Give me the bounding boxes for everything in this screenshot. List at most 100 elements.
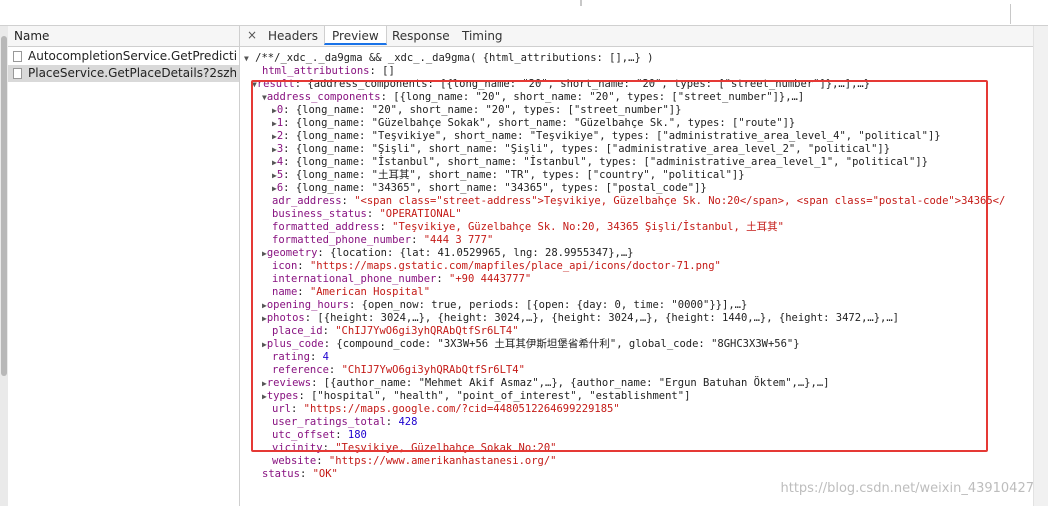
request-name: PlaceService.GetPlaceDetails?2szh-C... — [28, 66, 236, 80]
json-row-plus-code[interactable]: ▶plus_code: {compound_code: "3X3W+56 土耳其… — [262, 338, 800, 351]
json-row: utc_offset: 180 — [272, 429, 367, 441]
json-value: {address_components: [{long_name: "20", … — [307, 78, 871, 90]
json-row-geometry[interactable]: ▶geometry: {location: {lat: 41.0529965, … — [262, 247, 634, 260]
tab-response[interactable]: Response — [392, 29, 450, 43]
json-row: formatted_phone_number: "444 3 777" — [272, 234, 494, 246]
request-name: AutocompletionService.GetPrediction... — [28, 49, 236, 63]
json-row: url: "https://maps.google.com/?cid=44805… — [272, 403, 620, 415]
request-list-scrollbar[interactable] — [0, 26, 8, 506]
json-key: business_status — [272, 208, 367, 220]
watermark: https://blog.csdn.net/weixin_43910427 — [780, 481, 1034, 496]
json-value: {long_name: "20", short_name: "20", type… — [295, 104, 682, 116]
json-key: types — [266, 390, 299, 402]
json-key: adr_address — [272, 195, 342, 207]
file-icon — [13, 51, 22, 62]
json-key: reference — [272, 364, 329, 376]
expand-arrow-icon[interactable]: ▼ — [244, 54, 249, 63]
json-value: "OPERATIONAL" — [379, 208, 462, 220]
json-key: plus_code — [266, 338, 324, 350]
name-column-header[interactable]: Name — [8, 26, 239, 47]
json-value: {location: {lat: 41.0529965, lng: 28.995… — [330, 247, 634, 259]
json-row: reference: "ChIJ7YwO6gi3yhQRAbQtfSr6LT4" — [272, 364, 525, 376]
json-key: geometry — [266, 247, 318, 259]
json-row: formatted_address: "Teşvikiye, Güzelbahç… — [272, 221, 784, 233]
json-value: "+90 4443777" — [449, 273, 532, 285]
json-array-item[interactable]: ▶0: {long_name: "20", short_name: "20", … — [272, 104, 681, 117]
json-row-reviews[interactable]: ▶reviews: [{author_name: "Mehmet Akif As… — [262, 377, 829, 390]
close-icon[interactable]: × — [247, 28, 257, 42]
json-row: vicinity: "Teşvikiye, Güzelbahçe Sokak N… — [272, 442, 557, 454]
json-value: [{long_name: "20", short_name: "20", typ… — [393, 91, 805, 103]
json-value: 180 — [347, 429, 367, 441]
json-value: {long_name: "Teşvikiye", short_name: "Te… — [295, 130, 941, 142]
tab-preview[interactable]: Preview — [324, 26, 387, 45]
json-value: "ChIJ7YwO6gi3yhQRAbQtfSr6LT4" — [335, 325, 519, 337]
json-array-item[interactable]: ▶2: {long_name: "Teşvikiye", short_name:… — [272, 130, 941, 143]
tab-headers[interactable]: Headers — [268, 29, 318, 43]
detail-tab-bar: × Headers Preview Response Timing — [240, 26, 1034, 47]
json-row: adr_address: "<span class="street-addres… — [272, 195, 1006, 207]
preview-scrollbar[interactable] — [1033, 26, 1048, 506]
json-key: rating — [272, 351, 310, 363]
json-value: "ChIJ7YwO6gi3yhQRAbQtfSr6LT4" — [341, 364, 525, 376]
json-key: formatted_phone_number — [272, 234, 412, 246]
json-row: international_phone_number: "+90 4443777… — [272, 273, 532, 285]
json-row: user_ratings_total: 428 — [272, 416, 418, 428]
json-key: photos — [266, 312, 305, 324]
request-list-panel: Name AutocompletionService.GetPrediction… — [0, 26, 240, 506]
json-value: {compound_code: "3X3W+56 土耳其伊斯坦堡省希什利", g… — [336, 338, 800, 350]
json-value: 428 — [398, 416, 418, 428]
json-preview: ▼ /**/_xdc_._da9gma && _xdc_._da9gma( {h… — [240, 48, 1034, 506]
top-divider-mark — [1010, 4, 1011, 24]
request-row[interactable]: AutocompletionService.GetPrediction... — [8, 48, 239, 65]
json-value: {long_name: "Güzelbahçe Sokak", short_na… — [295, 117, 796, 129]
json-key: url — [272, 403, 291, 415]
file-icon — [13, 68, 22, 79]
json-value: "Teşvikiye, Güzelbahçe Sokak No:20" — [335, 442, 557, 454]
json-value: {long_name: "土耳其", short_name: "TR", typ… — [295, 169, 745, 181]
json-key: vicinity — [272, 442, 323, 454]
json-row-address-components[interactable]: ▼address_components: [{long_name: "20", … — [262, 91, 804, 104]
json-value: "https://maps.gstatic.com/mapfiles/place… — [309, 260, 721, 272]
json-row-opening-hours[interactable]: ▶opening_hours: {open_now: true, periods… — [262, 299, 747, 312]
json-row: place_id: "ChIJ7YwO6gi3yhQRAbQtfSr6LT4" — [272, 325, 519, 337]
json-row-photos[interactable]: ▶photos: [{height: 3024,…}, {height: 302… — [262, 312, 899, 325]
json-key: utc_offset — [272, 429, 336, 441]
json-value: {long_name: "İstanbul", short_name: "İst… — [295, 156, 928, 168]
name-column-label: Name — [14, 29, 50, 43]
json-key: html_attributions — [262, 65, 370, 77]
json-value: {open_now: true, periods: [{open: {day: … — [361, 299, 748, 311]
json-value: [{author_name: "Mehmet Akif Asmaz",…}, {… — [323, 377, 830, 389]
json-array-item[interactable]: ▶4: {long_name: "İstanbul", short_name: … — [272, 156, 928, 169]
json-key: formatted_address — [272, 221, 380, 233]
json-row-result[interactable]: ▼result: {address_components: [{long_nam… — [252, 78, 870, 91]
json-array-item[interactable]: ▶6: {long_name: "34365", short_name: "34… — [272, 182, 707, 195]
json-row: business_status: "OPERATIONAL" — [272, 208, 462, 220]
preview-header-row[interactable]: ▼ /**/_xdc_._da9gma && _xdc_._da9gma( {h… — [244, 52, 653, 65]
json-value: "https://maps.google.com/?cid=4480512264… — [303, 403, 620, 415]
callback-header: /**/_xdc_._da9gma && _xdc_._da9gma( {htm… — [255, 52, 654, 64]
json-value: [] — [382, 65, 395, 77]
request-row-selected[interactable]: PlaceService.GetPlaceDetails?2szh-C... — [8, 65, 239, 82]
json-array-item[interactable]: ▶5: {long_name: "土耳其", short_name: "TR",… — [272, 169, 745, 182]
json-key: name — [272, 286, 298, 298]
json-row-types[interactable]: ▶types: ["hospital", "health", "point_of… — [262, 390, 690, 403]
json-key: opening_hours — [266, 299, 350, 311]
scroll-thumb[interactable] — [1, 36, 7, 376]
window-top-strip — [0, 0, 1048, 26]
json-row: icon: "https://maps.gstatic.com/mapfiles… — [272, 260, 721, 272]
json-key: place_id — [272, 325, 323, 337]
json-row: html_attributions: [] — [262, 65, 395, 77]
json-value: {long_name: "34365", short_name: "34365"… — [295, 182, 707, 194]
json-row: name: "American Hospital" — [272, 286, 431, 298]
json-value: ["hospital", "health", "point_of_interes… — [311, 390, 691, 402]
tab-timing[interactable]: Timing — [462, 29, 503, 43]
json-key: user_ratings_total — [272, 416, 386, 428]
json-value: "444 3 777" — [423, 234, 494, 246]
json-key: status — [262, 468, 300, 480]
json-value: "https://www.amerikanhastanesi.org/" — [328, 455, 557, 467]
json-row: website: "https://www.amerikanhastanesi.… — [272, 455, 557, 467]
json-array-item[interactable]: ▶3: {long_name: "Şişli", short_name: "Şi… — [272, 143, 890, 156]
json-array-item[interactable]: ▶1: {long_name: "Güzelbahçe Sokak", shor… — [272, 117, 795, 130]
json-row: status: "OK" — [262, 468, 338, 480]
